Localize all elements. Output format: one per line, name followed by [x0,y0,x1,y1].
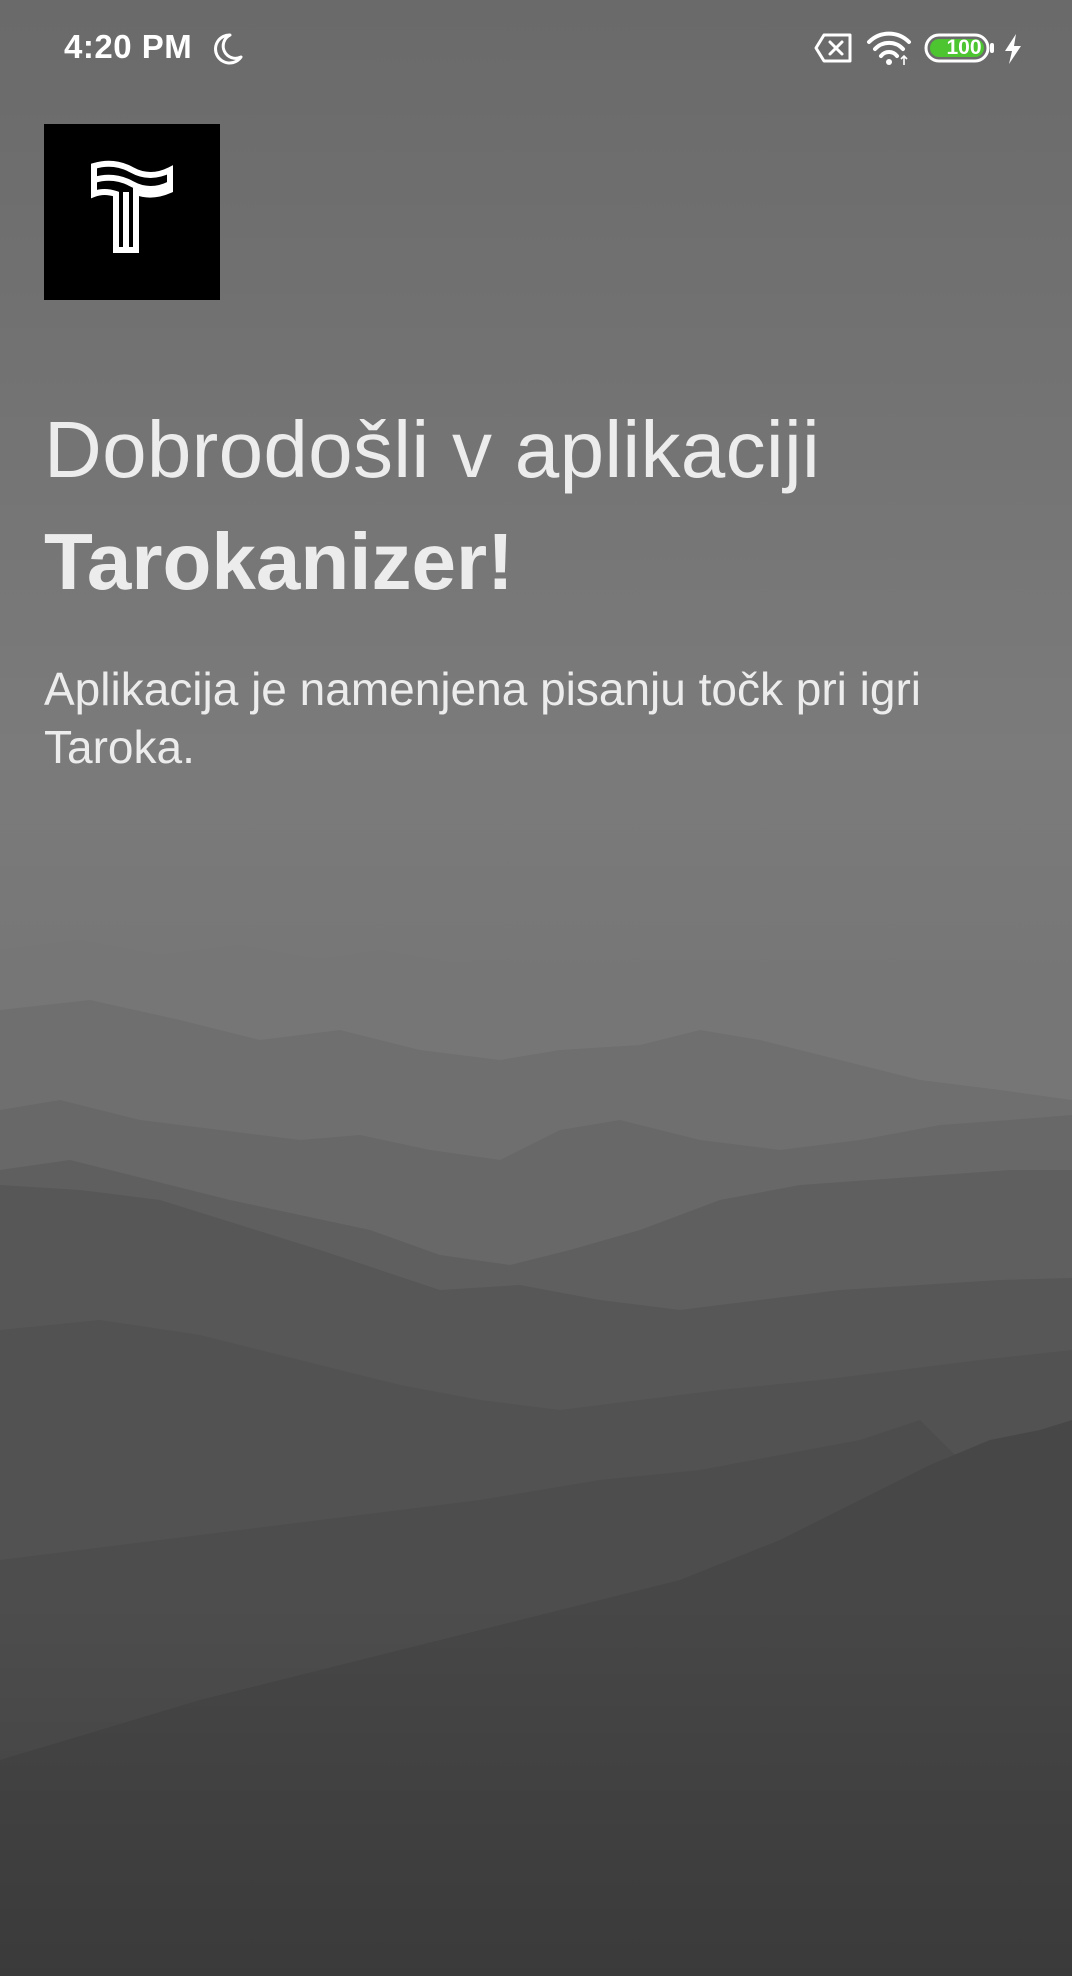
battery-level: 100 [946,36,982,59]
status-time: 4:20 PM [64,28,193,65]
wifi-icon [867,31,911,65]
tarokanizer-logo [44,124,220,300]
no-sim-icon [814,33,852,63]
status-bar: 4:20 PM 100 [0,0,1072,100]
charging-bolt-icon [1005,34,1021,64]
welcome-heading: Dobrodošli v aplikaciji Tarokanizer! [44,394,1034,618]
app-description: Aplikacija je namenjena pisanju točk pri… [44,663,922,773]
welcome-line: Dobrodošli v aplikaciji [44,405,821,494]
app-name: Tarokanizer! [44,517,514,606]
moon-icon [214,33,243,65]
tarokanizer-logo-icon [91,160,173,253]
